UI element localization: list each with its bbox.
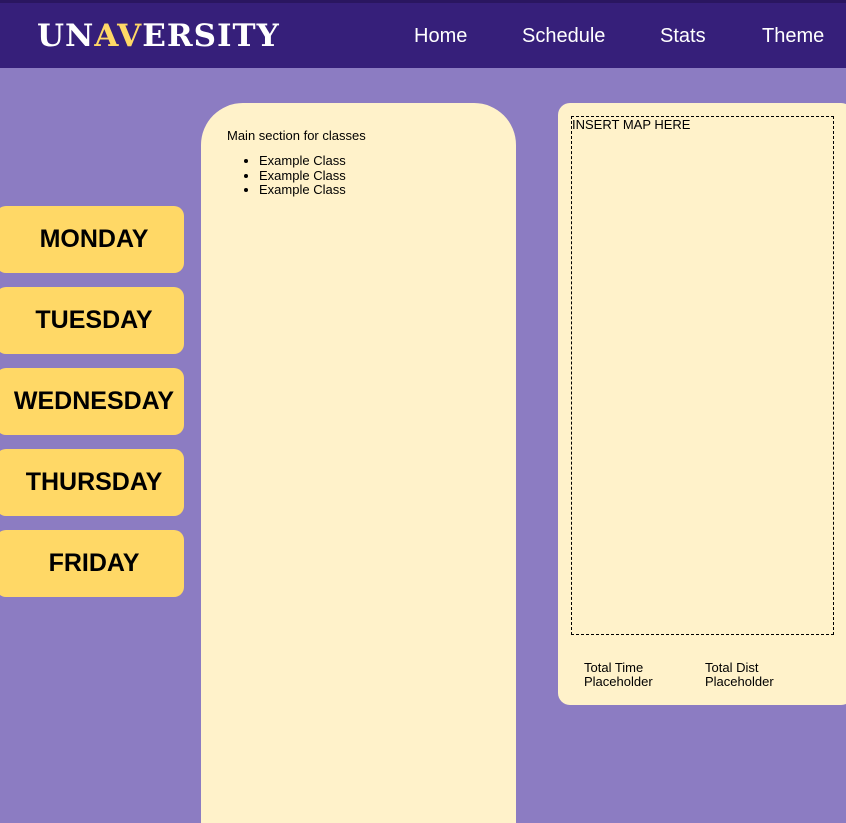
total-time-label: Total Time: [584, 660, 644, 675]
map-placeholder-text: INSERT MAP HERE: [572, 117, 691, 132]
total-dist-value: Placeholder: [705, 674, 774, 689]
logo-text-part1: UN: [37, 18, 95, 54]
day-button-tuesday[interactable]: TUESDAY: [0, 287, 184, 354]
logo-text-part2: AV: [94, 18, 143, 54]
nav-schedule-link[interactable]: Schedule: [522, 24, 605, 48]
classes-panel: Main section for classes Example Class E…: [201, 103, 516, 823]
map-panel: INSERT MAP HERE Total Time Placeholder T…: [558, 103, 846, 705]
total-dist-label: Total Dist: [705, 660, 759, 675]
logo-text-part3: ERSITY: [142, 18, 280, 54]
class-list-item[interactable]: Example Class: [259, 182, 346, 198]
classes-intro-text: Main section for classes: [227, 128, 366, 143]
day-button-friday[interactable]: FRIDAY: [0, 530, 184, 597]
class-list-item[interactable]: Example Class: [259, 168, 346, 184]
day-button-monday[interactable]: MONDAY: [0, 206, 184, 273]
site-logo[interactable]: UNAVERSITY: [37, 16, 280, 56]
header-bar: UNAVERSITY Home Schedule Stats Theme: [0, 0, 846, 68]
nav-home-link[interactable]: Home: [414, 24, 467, 48]
class-list-item[interactable]: Example Class: [259, 153, 346, 169]
total-time-stat: Total Time Placeholder: [584, 661, 653, 689]
class-list: Example Class Example Class Example Clas…: [227, 153, 346, 198]
day-button-thursday[interactable]: THURSDAY: [0, 449, 184, 516]
nav-theme-link[interactable]: Theme: [762, 24, 824, 48]
nav-stats-link[interactable]: Stats: [660, 24, 706, 48]
map-placeholder[interactable]: INSERT MAP HERE: [571, 116, 834, 635]
day-button-wednesday[interactable]: WEDNESDAY: [0, 368, 184, 435]
total-dist-stat: Total Dist Placeholder: [705, 661, 774, 689]
total-time-value: Placeholder: [584, 674, 653, 689]
